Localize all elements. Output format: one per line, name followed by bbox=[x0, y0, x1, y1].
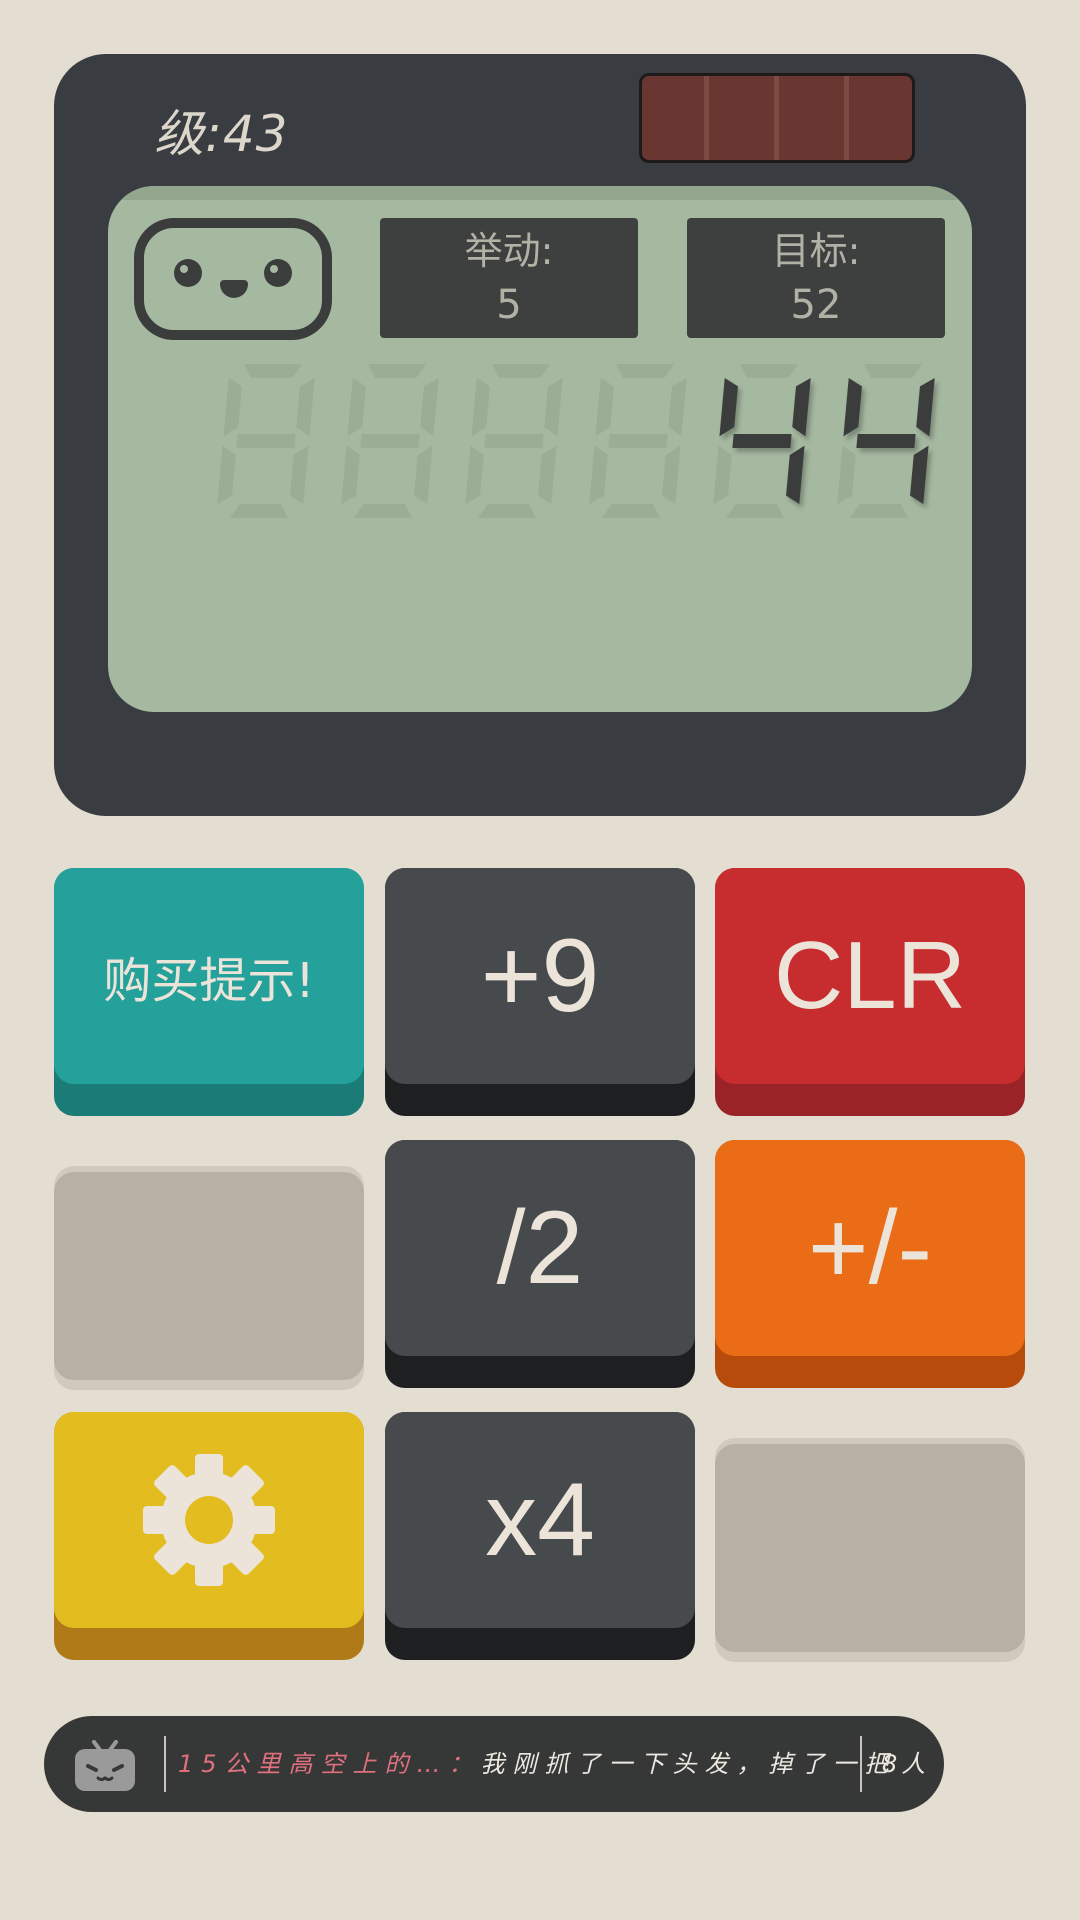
empty-key bbox=[54, 1166, 364, 1390]
goal-value: 52 bbox=[790, 282, 842, 328]
danmaku-comment: 我刚抓了一下头发，掉了一把 bbox=[480, 1750, 897, 1778]
lcd-segment-lit bbox=[910, 445, 929, 504]
lcd-segment-ghost bbox=[290, 445, 309, 504]
solar-panel bbox=[639, 73, 915, 163]
lcd-segment-ghost bbox=[713, 445, 732, 504]
goal-box: 目标: 52 bbox=[687, 218, 945, 338]
lcd-segment-ghost bbox=[616, 364, 674, 378]
level-value: 43 bbox=[222, 105, 289, 163]
negate-label: +/- bbox=[715, 1140, 1025, 1356]
lcd-segment-ghost bbox=[595, 378, 614, 437]
lcd-segment-lit bbox=[843, 378, 862, 437]
lcd-segment-ghost bbox=[608, 434, 668, 448]
plus-9-button[interactable]: +9 bbox=[385, 868, 695, 1116]
lcd-segment-ghost bbox=[217, 445, 236, 504]
lcd-segment-ghost bbox=[296, 378, 315, 437]
robot-face-icon bbox=[134, 218, 332, 340]
lcd-segment-ghost bbox=[414, 445, 433, 504]
lcd-segment-ghost bbox=[223, 378, 242, 437]
lcd-segment-lit bbox=[719, 378, 738, 437]
danmaku-title: 15公里高空上的…： bbox=[178, 1750, 481, 1778]
lcd-screen: 举动: 5 目标: 52 bbox=[108, 186, 972, 712]
lcd-segment-ghost bbox=[465, 445, 484, 504]
lcd-segment-ghost bbox=[236, 434, 296, 448]
seven-segment-display bbox=[217, 364, 935, 518]
lcd-segment-ghost bbox=[668, 378, 687, 437]
danmaku-text: 15公里高空上的…：我刚抓了一下头发，掉了一把 bbox=[178, 1716, 897, 1812]
lcd-segment-lit bbox=[916, 378, 935, 437]
lcd-segment-ghost bbox=[420, 378, 439, 437]
clear-button[interactable]: CLR bbox=[715, 868, 1025, 1116]
lcd-segment-ghost bbox=[662, 445, 681, 504]
lcd-segment-ghost bbox=[864, 364, 922, 378]
settings-button[interactable] bbox=[54, 1412, 364, 1660]
lcd-segment-ghost bbox=[478, 504, 536, 518]
times-4-button[interactable]: x4 bbox=[385, 1412, 695, 1660]
lcd-segment-ghost bbox=[341, 445, 360, 504]
negate-button[interactable]: +/- bbox=[715, 1140, 1025, 1388]
viewer-count: 8人 bbox=[882, 1750, 930, 1778]
lcd-segment-ghost bbox=[602, 504, 660, 518]
lcd-segment-lit bbox=[786, 445, 805, 504]
lcd-segment-lit bbox=[792, 378, 811, 437]
lcd-segment-ghost bbox=[492, 364, 550, 378]
lcd-segment-ghost bbox=[354, 504, 412, 518]
lcd-segment-ghost bbox=[544, 378, 563, 437]
lcd-segment-ghost bbox=[360, 434, 420, 448]
goal-label: 目标: bbox=[771, 229, 861, 273]
lcd-segment-ghost bbox=[347, 378, 366, 437]
bilibili-tv-icon bbox=[75, 1740, 135, 1791]
moves-label: 举动: bbox=[464, 229, 554, 273]
lcd-segment-ghost bbox=[589, 445, 608, 504]
calculator-body: 级:43 举动: 5 目标: 52 bbox=[54, 54, 1026, 816]
lcd-segment-ghost bbox=[740, 364, 798, 378]
lcd-segment-ghost bbox=[244, 364, 302, 378]
danmaku-bar[interactable]: 15公里高空上的…：我刚抓了一下头发，掉了一把 8人 bbox=[44, 1716, 944, 1812]
level-label: 级: bbox=[154, 105, 223, 163]
lcd-segment-ghost bbox=[726, 504, 784, 518]
gear-icon bbox=[143, 1454, 275, 1586]
lcd-segment-ghost bbox=[850, 504, 908, 518]
lcd-segment-ghost bbox=[484, 434, 544, 448]
lcd-segment-ghost bbox=[368, 364, 426, 378]
moves-value: 5 bbox=[496, 282, 522, 328]
empty-key bbox=[715, 1438, 1025, 1662]
buy-hint-label: 购买提示! bbox=[54, 868, 364, 1084]
lcd-segment-ghost bbox=[538, 445, 557, 504]
lcd-display bbox=[108, 346, 972, 566]
lcd-segment-ghost bbox=[230, 504, 288, 518]
buy-hint-button[interactable]: 购买提示! bbox=[54, 868, 364, 1116]
plus-9-label: +9 bbox=[385, 868, 695, 1084]
divide-2-button[interactable]: /2 bbox=[385, 1140, 695, 1388]
clear-label: CLR bbox=[715, 868, 1025, 1084]
lcd-segment-ghost bbox=[837, 445, 856, 504]
level-indicator: 级:43 bbox=[154, 94, 288, 166]
moves-box: 举动: 5 bbox=[380, 218, 638, 338]
times-4-label: x4 bbox=[385, 1412, 695, 1628]
lcd-segment-ghost bbox=[471, 378, 490, 437]
lcd-segment-lit bbox=[732, 434, 792, 448]
lcd-segment-lit bbox=[856, 434, 916, 448]
divide-2-label: /2 bbox=[385, 1140, 695, 1356]
